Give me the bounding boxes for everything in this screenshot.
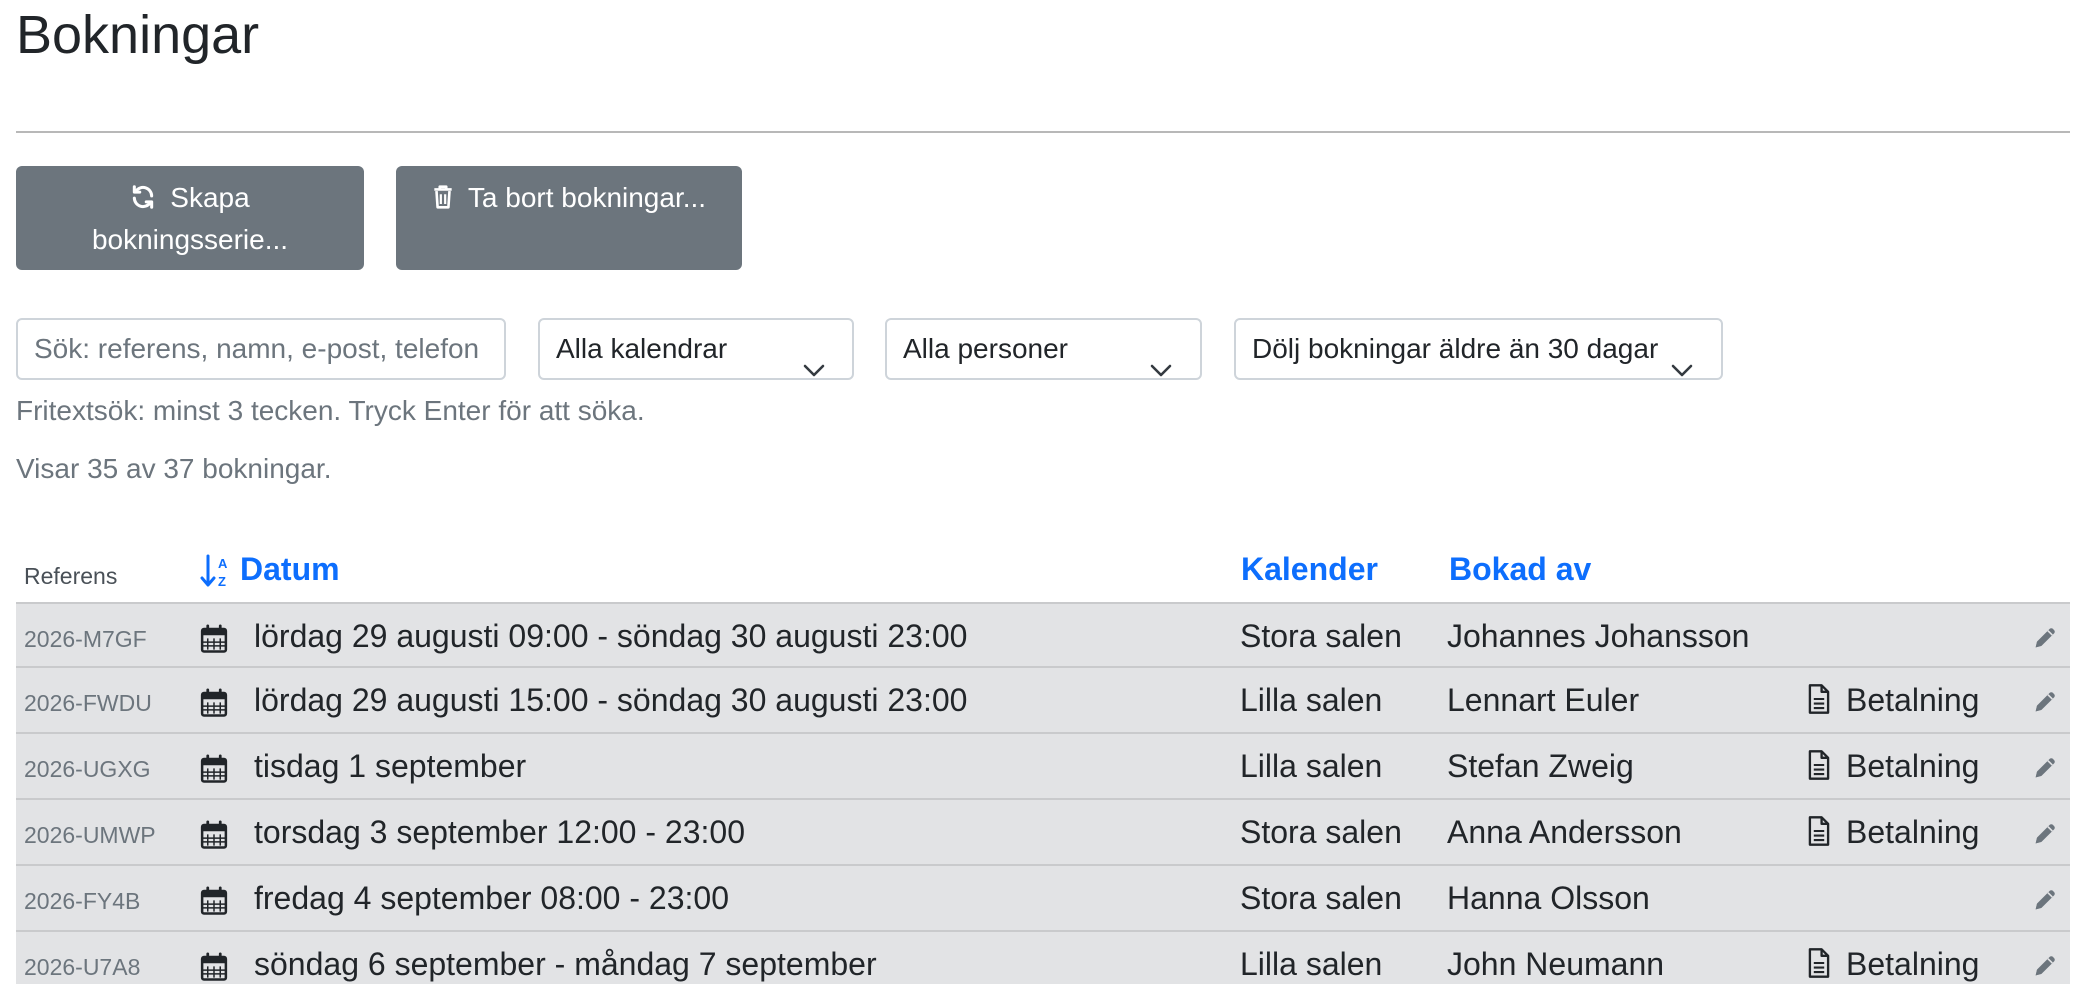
booking-calendar: Stora salen [1240, 814, 1402, 850]
booking-date: söndag 6 september - måndag 7 september [254, 946, 877, 982]
column-header-booked-by[interactable]: Bokad av [1449, 547, 1591, 591]
table-row[interactable]: 2026-UGXG tisdag 1 september Lilla salen St… [16, 734, 2070, 800]
sort-alpha-down-icon: AZ [200, 553, 234, 600]
chevron-down-icon [1149, 340, 1173, 378]
booking-booked-by: Hanna Olsson [1447, 880, 1650, 916]
calendar-filter-select[interactable]: Alla kalendrar [538, 318, 854, 380]
edit-pencil-icon[interactable] [2031, 886, 2059, 914]
edit-pencil-icon[interactable] [2031, 754, 2059, 782]
create-series-label-line2: bokningsserie... [91, 224, 289, 255]
person-filter-select[interactable]: Alla personer [885, 318, 1202, 380]
bookings-table-body: 2026-M7GF lördag 29 augusti 09:00 - sönda… [16, 602, 2070, 984]
booking-reference: 2026-FWDU [24, 690, 152, 716]
edit-pencil-icon[interactable] [2031, 688, 2059, 716]
chevron-down-icon [802, 340, 826, 378]
create-booking-series-button[interactable]: Skapa bokningsserie... [16, 166, 364, 270]
payment-label: Betalning [1846, 682, 1980, 718]
svg-text:Z: Z [218, 574, 226, 589]
calendar-icon [199, 886, 229, 916]
delete-bookings-button[interactable]: Ta bort bokningar... [396, 166, 742, 270]
document-icon [1806, 814, 1846, 850]
column-header-date-label: Datum [240, 551, 340, 587]
booking-calendar: Stora salen [1240, 618, 1402, 654]
edit-pencil-icon[interactable] [2031, 820, 2059, 848]
booking-date: torsdag 3 september 12:00 - 23:00 [254, 814, 745, 850]
refresh-icon [130, 182, 170, 213]
page-title: Bokningar [16, 5, 260, 65]
booking-booked-by: Johannes Johansson [1447, 618, 1750, 654]
calendar-icon [199, 820, 229, 850]
calendar-icon [199, 754, 229, 784]
booking-date: fredag 4 september 08:00 - 23:00 [254, 880, 729, 916]
payment-label: Betalning [1846, 814, 1980, 850]
title-divider [16, 131, 2070, 133]
booking-booked-by: Anna Andersson [1447, 814, 1682, 850]
booking-reference: 2026-UGXG [24, 756, 151, 782]
column-header-reference: Referens [24, 563, 118, 589]
edit-pencil-icon[interactable] [2031, 952, 2059, 980]
table-row[interactable]: 2026-FY4B fredag 4 september 08:00 - 23:0… [16, 866, 2070, 932]
search-help-text: Fritextsök: minst 3 tecken. Tryck Enter … [16, 395, 645, 426]
table-row[interactable]: 2026-M7GF lördag 29 augusti 09:00 - sönda… [16, 602, 2070, 668]
calendar-icon [199, 624, 229, 654]
payment-link[interactable]: Betalning [1806, 668, 1979, 732]
payment-label: Betalning [1846, 748, 1980, 784]
booking-reference: 2026-M7GF [24, 626, 147, 652]
booking-date: lördag 29 augusti 15:00 - söndag 30 augu… [254, 682, 968, 718]
bookings-page: Bokningar Skapa bokningsserie... Ta bort… [0, 0, 2088, 984]
delete-bookings-label: Ta bort bokningar... [467, 182, 707, 213]
age-filter-value: Dölj bokningar äldre än 30 dagar [1252, 333, 1659, 364]
person-filter-value: Alla personer [903, 333, 1068, 364]
calendar-filter-value: Alla kalendrar [556, 333, 728, 364]
document-icon [1806, 946, 1846, 982]
booking-calendar: Lilla salen [1240, 748, 1383, 784]
booking-booked-by: John Neumann [1447, 946, 1665, 982]
payment-label: Betalning [1846, 946, 1980, 982]
payment-link[interactable]: Betalning [1806, 932, 1979, 984]
table-row[interactable]: 2026-U7A8 söndag 6 september - måndag 7 s… [16, 932, 2070, 984]
trash-icon [432, 182, 468, 213]
booking-calendar: Lilla salen [1240, 946, 1383, 982]
edit-pencil-icon[interactable] [2031, 624, 2059, 652]
booking-calendar: Lilla salen [1240, 682, 1383, 718]
booking-reference: 2026-U7A8 [24, 954, 141, 980]
payment-link[interactable]: Betalning [1806, 800, 1979, 864]
booking-date: lördag 29 augusti 09:00 - söndag 30 augu… [254, 618, 968, 654]
search-input[interactable] [16, 318, 506, 380]
table-row[interactable]: 2026-UMWP torsdag 3 september 12:00 - 23:… [16, 800, 2070, 866]
booking-reference: 2026-FY4B [24, 888, 141, 914]
column-header-calendar[interactable]: Kalender [1241, 547, 1378, 591]
age-filter-select[interactable]: Dölj bokningar äldre än 30 dagar [1234, 318, 1723, 380]
payment-link[interactable]: Betalning [1806, 734, 1979, 798]
create-series-label-line1: Skapa [170, 182, 250, 213]
booking-date: tisdag 1 september [254, 748, 527, 784]
svg-text:A: A [218, 556, 228, 571]
calendar-icon [199, 952, 229, 982]
calendar-icon [199, 688, 229, 718]
booking-booked-by: Stefan Zweig [1447, 748, 1634, 784]
document-icon [1806, 748, 1846, 784]
booking-reference: 2026-UMWP [24, 822, 156, 848]
booking-booked-by: Lennart Euler [1447, 682, 1640, 718]
result-count: Visar 35 av 37 bokningar. [16, 453, 332, 484]
document-icon [1806, 682, 1846, 718]
booking-calendar: Stora salen [1240, 880, 1402, 916]
table-row[interactable]: 2026-FWDU lördag 29 augusti 15:00 - sönda… [16, 668, 2070, 734]
chevron-down-icon [1662, 340, 1694, 378]
